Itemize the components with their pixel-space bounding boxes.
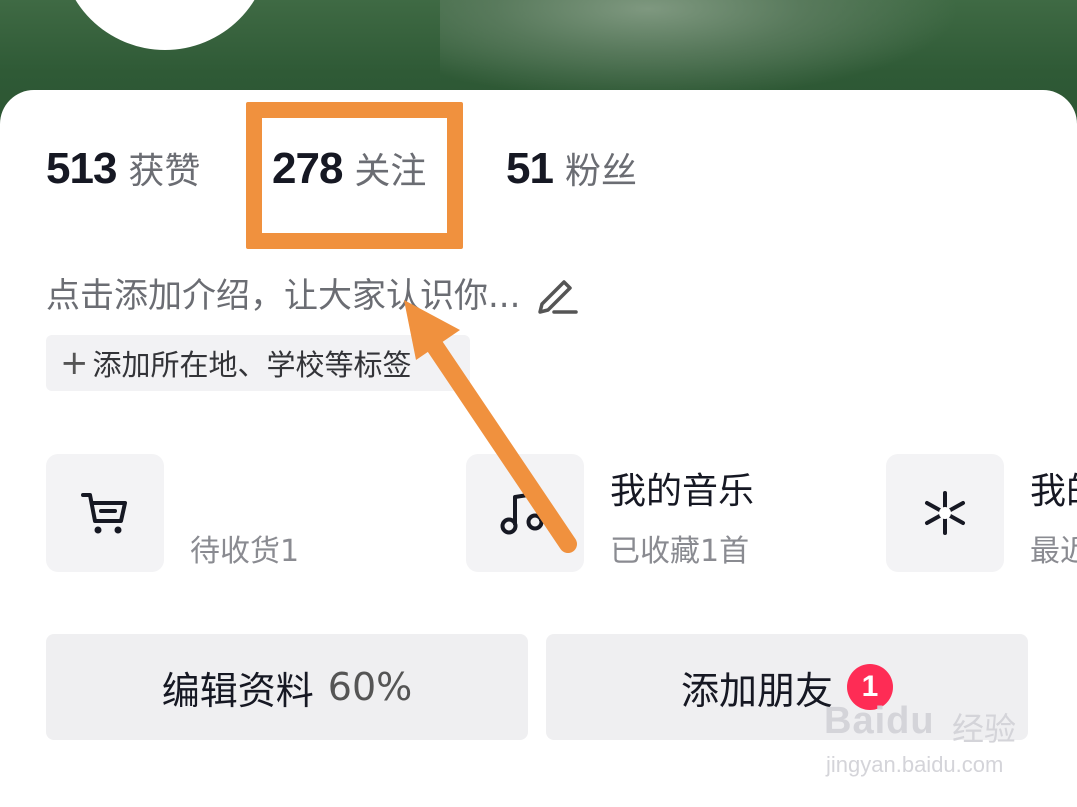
music-title[interactable]: 我的音乐 — [610, 462, 754, 514]
followers-label: 粉丝 — [564, 151, 637, 192]
likes-label: 获赞 — [128, 151, 201, 192]
avatar[interactable] — [60, 0, 270, 50]
profile-completion-percent: 60% — [327, 665, 413, 709]
bio-text: 点击添加介绍，让大家认识你... — [46, 276, 521, 316]
third-shortcut-subtitle: 最近 — [1030, 534, 1077, 569]
annotation-highlight-box — [246, 102, 463, 249]
edit-profile-button[interactable]: 编辑资料 60% — [46, 634, 528, 740]
cart-icon — [81, 493, 127, 534]
music-subtitle: 已收藏1首 — [610, 534, 750, 569]
orders-tile[interactable] — [46, 454, 164, 572]
cover-photo — [440, 0, 960, 100]
stat-followers[interactable]: 51 粉丝 — [506, 142, 637, 194]
add-tags-chip[interactable]: + 添加所在地、学校等标签 — [46, 335, 470, 391]
followers-count: 51 — [506, 144, 554, 193]
profile-card: 513 获赞 278 关注 51 粉丝 点击添加介绍，让大家认识你... + 添加所在… — [0, 90, 1077, 807]
likes-count: 513 — [46, 144, 117, 193]
add-friends-button[interactable]: 添加朋友 1 — [546, 634, 1028, 740]
edit-profile-label: 编辑资料 — [161, 668, 314, 713]
pencil-icon[interactable] — [534, 270, 580, 316]
third-shortcut-tile[interactable] — [886, 454, 1004, 572]
stat-likes[interactable]: 513 获赞 — [46, 142, 200, 194]
notification-badge: 1 — [847, 664, 893, 710]
orders-subtitle[interactable]: 待收货1 — [190, 526, 299, 570]
add-tags-label: 添加所在地、学校等标签 — [92, 348, 412, 382]
add-friends-label: 添加朋友 — [680, 668, 833, 713]
plus-icon: + — [60, 343, 89, 383]
third-shortcut-title[interactable]: 我的 — [1030, 462, 1077, 514]
asterisk-icon — [925, 491, 965, 535]
music-tile[interactable] — [466, 454, 584, 572]
bio-placeholder[interactable]: 点击添加介绍，让大家认识你... — [46, 268, 580, 317]
music-note-icon — [500, 491, 544, 535]
